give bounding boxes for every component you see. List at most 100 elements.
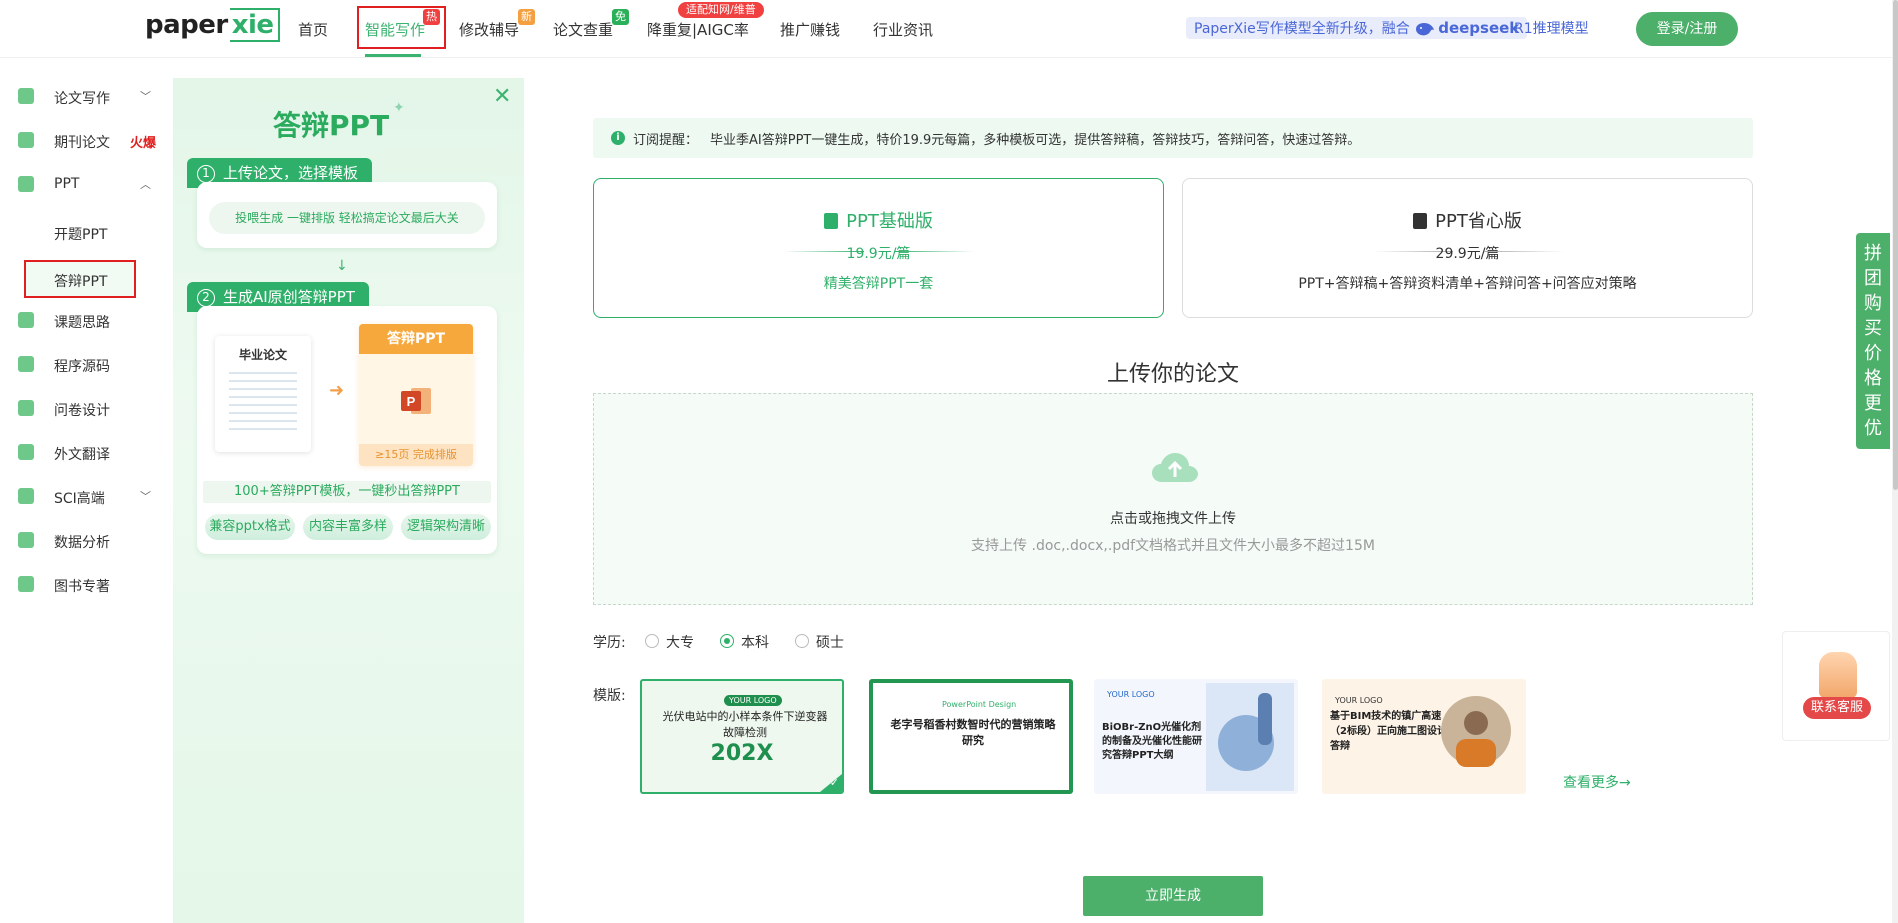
upload-title: 上传你的论文 [1106,362,1239,387]
engineer-image [1441,696,1511,767]
paper-line [229,404,297,406]
template-label: 模版: [593,688,626,704]
radio-bachelor[interactable] [720,634,734,648]
notice-text: 毕业季AI答辩PPT一键生成，特价19.9元每篇，多种模板可选，提供答辩稿，答辩… [710,133,1361,148]
nav-revision[interactable]: 修改辅导 [459,19,519,40]
upload-dropzone[interactable]: 点击或拖拽文件上传 支持上传 .doc,.docx,.pdf文档格式并且文件大小… [593,393,1753,605]
check-icon: ✓ [820,774,842,792]
sidebar-item-label: 期刊论文 [54,135,110,151]
ppt-label: 答辩PPT [359,324,473,354]
upload-hint: 支持上传 .doc,.docx,.pdf文档格式并且文件大小最多不超过15M [971,538,1375,554]
step-number: 1 [197,164,215,183]
cnki-badge: 适配知网/维普 [678,2,764,18]
sidebar-item-thesis-writing[interactable]: 论文写作 ﹀ [0,78,172,116]
free-badge: 免 [612,9,629,25]
radio-master[interactable] [795,634,809,648]
paper-line [229,380,297,382]
survey-icon [18,400,34,416]
logo-text: paper [145,10,228,40]
template-card-3[interactable]: YOUR LOGO BiOBr-ZnO光催化剂的制备及光催化性能研究答辩PPT大… [1094,679,1298,794]
radio-junior-college[interactable] [645,634,659,648]
generate-button[interactable]: 立即生成 [1083,876,1263,916]
document-icon [824,213,839,229]
intro-title: 答辩PPT [273,109,390,142]
nav-promote[interactable]: 推广赚钱 [780,19,840,40]
feature-rich-content: 内容丰富多样 [303,514,393,540]
template-logo: PowerPoint Design [942,700,1017,709]
chevron-up-icon: ︿ [140,178,151,191]
sidebar-item-label: SCI高端 [54,491,105,507]
login-register-button[interactable]: 登录/注册 [1636,12,1738,46]
step-number: 2 [197,288,215,307]
sidebar-item-defense-ppt[interactable]: 答辩PPT [24,260,136,298]
radio-label[interactable]: 本科 [741,632,769,652]
top-nav: paper xie 首页 智能写作 热 修改辅导 新 论文查重 免 降重复|AIG… [0,0,1898,58]
template-logo: YOUR LOGO [1335,696,1383,705]
sidebar-item-label: 外文翻译 [54,447,110,463]
sidebar-item-topic-ideas[interactable]: 课题思路 [0,302,172,340]
divider [1484,251,1564,252]
logo[interactable]: paper xie [145,8,280,42]
radio-label[interactable]: 大专 [666,632,694,652]
sidebar-item-journal[interactable]: 期刊论文 火爆 [0,122,172,160]
plan-title: PPT省心版 [1435,211,1522,232]
step-1-label: 上传论文，选择模板 [223,164,359,182]
step-1-card: 投喂生成 一键排版 轻松搞定论文最后大关 [197,182,497,248]
service-figure-icon [1819,652,1857,698]
template-card-4[interactable]: YOUR LOGO 基于BIM技术的镇广高速（2标段）正向施工图设计答辩 [1322,679,1526,794]
nav-reduce-aigc[interactable]: 降重复|AIGC率 [647,19,749,40]
sidebar-item-label: 图书专著 [54,579,110,595]
templates-line: 100+答辩PPT模板，一键秒出答辩PPT [203,481,491,503]
close-icon[interactable]: ✕ [493,84,511,109]
view-more-link[interactable]: 查看更多→ [1563,772,1631,792]
sidebar-item-ppt[interactable]: PPT ︿ [0,166,172,204]
deepseek-whale-icon [1416,23,1435,36]
sidebar-item-label: 论文写作 [54,91,110,107]
notice-label: 订阅提醒： [633,133,699,148]
nav-news[interactable]: 行业资讯 [873,19,933,40]
sidebar-item-proposal-ppt[interactable]: 开题PPT [54,224,107,244]
sidebar-item-label: 课题思路 [54,315,110,331]
group-buy-text: 拼团购买 价格更优 [1864,243,1882,439]
nav-highlight-box [357,6,446,49]
sidebar-item-sci[interactable]: SCI高端 ﹀ [0,478,172,516]
paper-line [229,396,297,398]
step-2-card: 毕业论文 ➜ 答辩PPT P ≥15页 完成排版 100+答辩PPT模板，一键秒… [197,306,497,554]
paper-label: 毕业论文 [238,348,287,362]
nav-plagiarism-check[interactable]: 论文查重 [553,19,613,40]
logo-accent: xie [229,8,280,42]
customer-service-widget[interactable]: 联系客服 [1782,631,1890,741]
sidebar-item-source-code[interactable]: 程序源码 [0,346,172,384]
sparkle-icon: ✦ [393,100,405,116]
template-card-1[interactable]: YOUR LOGO 光伏电站中的小样本条件下逆变器故障检测 202X ✓ [640,679,844,794]
cloud-upload-icon [1152,453,1198,482]
feature-pptx: 兼容pptx格式 [205,514,295,540]
promo-text: PaperXie写作模型全新升级，融合 [1194,21,1410,37]
upload-instruction: 点击或拖拽文件上传 [1110,511,1236,527]
subscription-notice: i 订阅提醒： 毕业季AI答辩PPT一键生成，特价19.9元每篇，多种模板可选，… [593,118,1753,158]
divider [895,251,975,252]
sidebar-item-survey[interactable]: 问卷设计 [0,390,172,428]
nav-home[interactable]: 首页 [298,19,328,40]
promo-tail: R1推理模型 [1514,21,1589,37]
promo-banner[interactable]: PaperXie写作模型全新升级，融合 deepseek [1186,17,1528,39]
chart-icon [18,532,34,548]
svg-text:P: P [407,394,416,409]
ppt-illustration: 答辩PPT P ≥15页 完成排版 [359,324,473,466]
sidebar-item-translation[interactable]: 外文翻译 [0,434,172,472]
code-icon [18,356,34,372]
template-card-2[interactable]: PowerPoint Design 老字号稻香村数智时代的营销策略研究 [869,679,1073,794]
feature-clear-logic: 逻辑架构清晰 [401,514,491,540]
plan-basic[interactable]: PPT基础版 19.9元/篇 精美答辩PPT一套 [593,178,1164,318]
plan-premium[interactable]: PPT省心版 29.9元/篇 PPT+答辩稿+答辩资料清单+答辩问答+问答应对策… [1182,178,1753,318]
radio-label[interactable]: 硕士 [816,632,844,652]
sci-icon [18,488,34,504]
group-buy-tab[interactable]: 拼团购买 价格更优 ☝ [1856,233,1890,463]
plan-desc: 精美答辩PPT一套 [823,276,934,292]
scrollbar-thumb[interactable] [1893,0,1898,490]
sidebar-item-label: PPT [54,176,80,192]
sidebar-item-books[interactable]: 图书专著 [0,566,172,604]
sidebar-item-data-analysis[interactable]: 数据分析 [0,522,172,560]
journal-icon [18,132,34,148]
idea-icon [18,312,34,328]
